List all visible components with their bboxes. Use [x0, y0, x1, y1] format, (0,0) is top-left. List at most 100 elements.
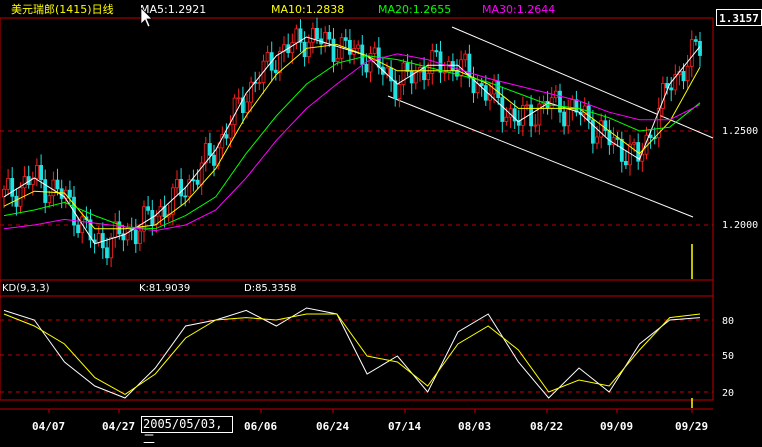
candle-body — [409, 71, 414, 84]
date-tick-label: 04/07 — [32, 420, 65, 433]
date-axis-labels: 04/07 04/27 06/06 06/24 07/14 08/03 08/22 09/09… — [32, 409, 708, 433]
candle-body — [306, 41, 311, 58]
candle-body — [203, 143, 208, 164]
candle-body — [273, 69, 278, 73]
ma10-readout: MA10:1.2838 — [271, 3, 344, 16]
last-price-box: 1.3157 — [716, 9, 762, 26]
candle-body — [574, 99, 579, 113]
candle-body — [537, 103, 542, 126]
candle-body — [426, 72, 431, 81]
candle-body — [562, 111, 566, 127]
candle-body — [434, 50, 439, 53]
candle-body — [175, 178, 179, 189]
kd-lines — [3, 307, 701, 399]
candle-body — [397, 84, 402, 100]
candle-body — [356, 44, 361, 49]
candle-body — [405, 62, 410, 72]
candle-body — [224, 134, 229, 139]
candle-body — [558, 90, 562, 113]
candle-body — [170, 187, 175, 215]
candle-body — [430, 50, 435, 74]
candle-body — [422, 67, 427, 81]
kd-tick-label: 80 — [722, 316, 734, 327]
ma30-readout: MA30:1.2644 — [482, 3, 555, 16]
candle-body — [327, 32, 332, 40]
candle-body — [232, 97, 237, 126]
candle-body — [463, 53, 468, 61]
price-tick-label: 1.2000 — [722, 220, 758, 231]
candle-body — [315, 27, 319, 40]
candle-body — [669, 87, 674, 91]
candle-body — [496, 80, 501, 99]
candle-body — [51, 179, 56, 197]
chart-canvas[interactable]: 1.2500 1.2000 80 50 20 MA5:1.2921 MA10:1… — [0, 0, 762, 443]
candle-body — [39, 164, 43, 180]
candle-body — [483, 85, 488, 101]
date-tick-label: 09/29 — [675, 420, 708, 433]
candle-body — [607, 130, 612, 146]
candle-body — [500, 97, 505, 122]
candle-body — [689, 39, 694, 67]
kd-tick-label: 20 — [722, 388, 734, 399]
candle-body — [347, 40, 352, 55]
candle-body — [632, 142, 636, 145]
price-tick-label: 1.2500 — [722, 126, 758, 137]
ma5-readout: MA5:1.2921 — [140, 3, 206, 16]
candle-body — [43, 179, 48, 203]
candle-body — [22, 176, 27, 189]
candle-body — [109, 237, 113, 259]
candle-body — [595, 136, 599, 144]
candle-body — [179, 178, 184, 197]
candle-body — [265, 52, 270, 62]
candle-body — [59, 188, 64, 199]
indicator-name: KD(9,3,3) — [2, 283, 50, 294]
candle-body — [183, 195, 188, 198]
candle-body — [245, 101, 249, 114]
candle-body — [14, 195, 19, 207]
candle-body — [479, 83, 484, 86]
series-line-d — [3, 313, 701, 395]
candle-body — [619, 138, 624, 162]
candle-body — [207, 143, 212, 156]
candle-body — [133, 229, 138, 245]
candle-body — [335, 57, 340, 62]
candle-body — [137, 230, 142, 245]
candle-body — [586, 105, 591, 121]
stock-chart-window: 1.2500 1.2000 80 50 20 MA5:1.2921 MA10:1… — [0, 0, 762, 446]
indicator-d-readout: D:85.3358 — [244, 283, 296, 294]
series-line-k — [3, 307, 701, 399]
cursor-date-box: 2005/05/03,二 — [141, 416, 233, 446]
candle-body — [117, 221, 122, 235]
chart-title: 美元瑞郎(1415)日线 — [11, 2, 114, 16]
candle-body — [533, 124, 538, 127]
candle-body — [372, 47, 377, 55]
date-tick-label: 06/24 — [316, 420, 349, 433]
indicator-k-readout: K:81.9039 — [139, 283, 190, 294]
candle-body — [694, 39, 698, 42]
date-tick-label: 09/09 — [600, 420, 633, 433]
candle-body — [624, 160, 628, 166]
candle-body — [648, 134, 653, 138]
candle-body — [290, 42, 295, 54]
candle-body — [76, 224, 80, 234]
candlestick-series — [2, 17, 702, 267]
candle-body — [68, 189, 72, 198]
candle-body — [438, 51, 443, 73]
indicator-title-bar — [0, 279, 714, 297]
candle-body — [294, 28, 299, 44]
date-tick-label: 04/27 — [102, 420, 135, 433]
candle-body — [146, 206, 151, 211]
candle-body — [343, 37, 348, 41]
date-tick-label: 06/06 — [244, 420, 277, 433]
candle-body — [599, 120, 604, 138]
candle-body — [142, 206, 146, 232]
candle-body — [96, 233, 101, 243]
candle-body — [257, 82, 262, 84]
candle-body — [191, 179, 196, 182]
candle-body — [681, 71, 686, 82]
candle-body — [35, 164, 39, 179]
date-tick-label: 08/03 — [458, 420, 491, 433]
candle-body — [364, 63, 369, 73]
candle-body — [442, 71, 447, 74]
candle-body — [591, 119, 595, 144]
